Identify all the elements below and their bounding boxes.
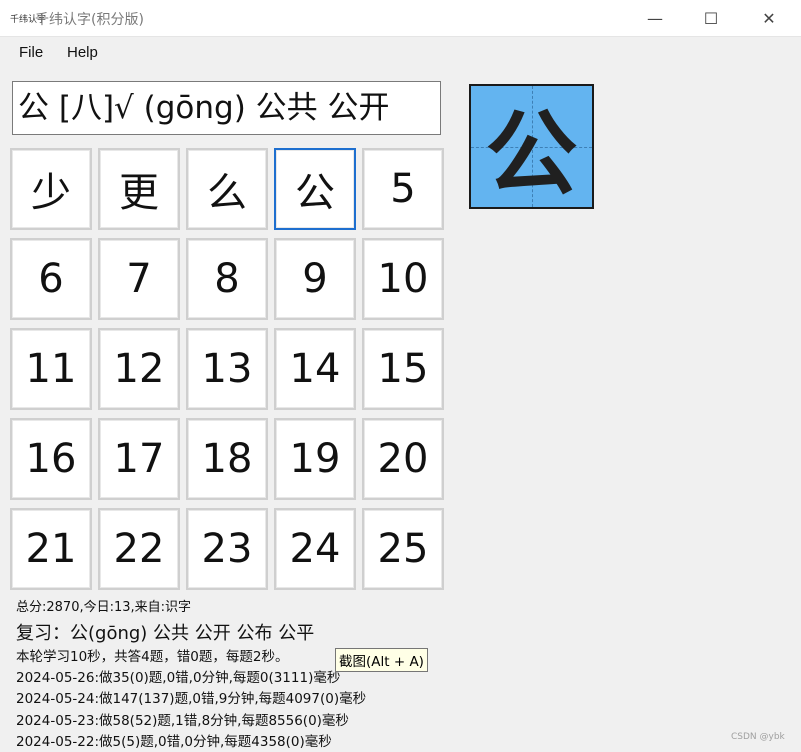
close-button[interactable]: ✕: [740, 0, 798, 36]
answer-grid: 少更么公 5 6 7 8 9 10 11 12 13 14 15 16 17 18 19 20 21 22 23 24 2…: [10, 148, 444, 590]
menu-help[interactable]: Help: [67, 44, 98, 61]
answer-cell[interactable]: 11: [10, 328, 92, 410]
history-line: 2024-05-22:做5(5)题,0错,0分钟,每题4358(0)毫秒: [16, 734, 332, 750]
prompt-display: 公 [八]√ (gōng) 公共 公开: [12, 81, 441, 135]
screenshot-tooltip: 截图(Alt + A): [335, 648, 428, 672]
answer-cell[interactable]: 22: [98, 508, 180, 590]
answer-cell[interactable]: 么: [186, 148, 268, 230]
answer-cell[interactable]: 7: [98, 238, 180, 320]
answer-cell[interactable]: 23: [186, 508, 268, 590]
minimize-button[interactable]: —: [626, 0, 684, 36]
menu-file[interactable]: File: [19, 44, 43, 61]
maximize-button[interactable]: ☐: [682, 0, 740, 36]
answer-cell[interactable]: 公: [274, 148, 356, 230]
answer-cell[interactable]: 15: [362, 328, 444, 410]
session-summary: 本轮学习10秒，共答4题，错0题，每题2秒。: [16, 649, 289, 665]
answer-cell[interactable]: 18: [186, 418, 268, 500]
answer-cell[interactable]: 21: [10, 508, 92, 590]
answer-cell[interactable]: 5: [362, 148, 444, 230]
answer-cell[interactable]: 20: [362, 418, 444, 500]
title-bar: 千纬认字 千纬认字(积分版) — ☐ ✕: [0, 0, 801, 37]
answer-cell[interactable]: 9: [274, 238, 356, 320]
history-line: 2024-05-26:做35(0)题,0错,0分钟,每题0(3111)毫秒: [16, 670, 341, 686]
answer-cell[interactable]: 10: [362, 238, 444, 320]
answer-cell[interactable]: 17: [98, 418, 180, 500]
answer-cell[interactable]: 12: [98, 328, 180, 410]
answer-cell[interactable]: 19: [274, 418, 356, 500]
answer-cell[interactable]: 8: [186, 238, 268, 320]
window-title: 千纬认字(积分版): [35, 12, 144, 28]
history-line: 2024-05-23:做58(52)题,1错,8分钟,每题8556(0)毫秒: [16, 713, 349, 729]
answer-cell[interactable]: 少: [10, 148, 92, 230]
answer-cell[interactable]: 16: [10, 418, 92, 500]
answer-cell[interactable]: 24: [274, 508, 356, 590]
preview-character: 公: [485, 100, 578, 208]
score-summary: 总分:2870,今日:13,来自:识字: [16, 600, 192, 615]
character-preview: 公: [469, 84, 594, 209]
history-line: 2024-05-24:做147(137)题,0错,9分钟,每题4097(0)毫秒: [16, 691, 367, 707]
answer-cell[interactable]: 13: [186, 328, 268, 410]
answer-cell[interactable]: 25: [362, 508, 444, 590]
review-line: 复习：公(gōng) 公共 公开 公布 公平: [16, 623, 315, 644]
answer-cell[interactable]: 更: [98, 148, 180, 230]
watermark: CSDN @ybk: [731, 732, 785, 742]
answer-cell[interactable]: 6: [10, 238, 92, 320]
menu-bar: File Help: [0, 37, 801, 68]
answer-cell[interactable]: 14: [274, 328, 356, 410]
